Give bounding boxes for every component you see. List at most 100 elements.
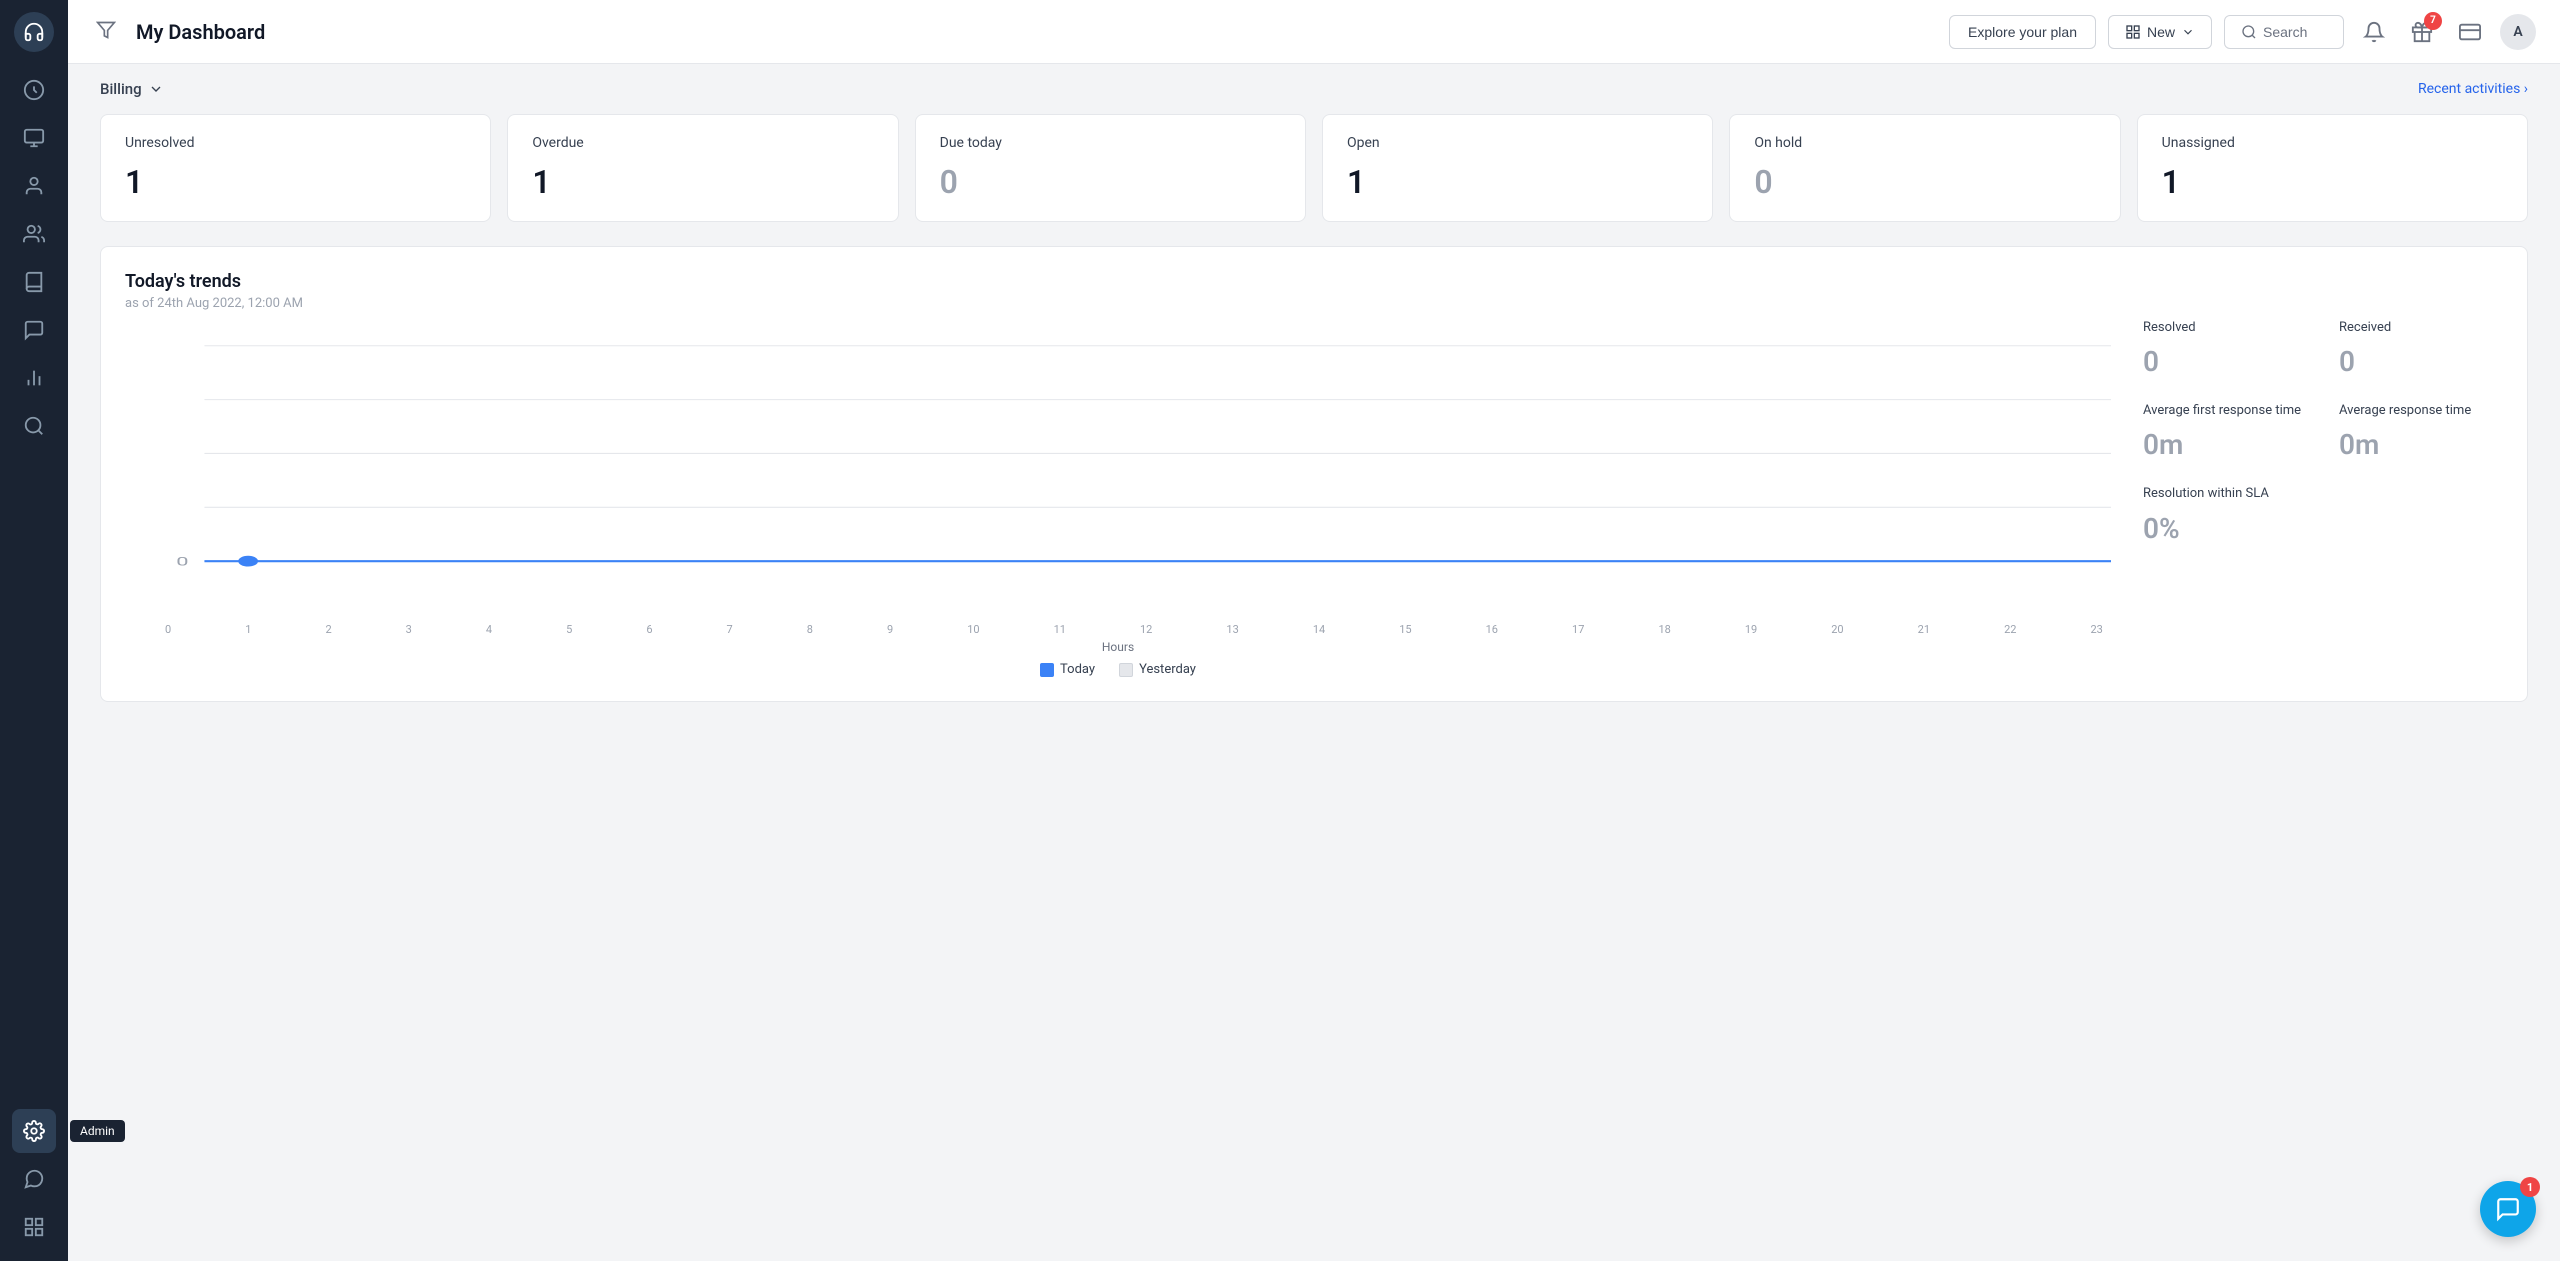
trends-side: Resolved 0 Received 0 Average first resp… — [2143, 271, 2503, 677]
trend-stat-label: Resolution within SLA — [2143, 485, 2307, 503]
main-content: My Dashboard Explore your plan New Searc… — [68, 0, 2560, 1261]
stat-card: Due today 0 — [915, 114, 1306, 222]
today-dot — [1040, 663, 1054, 677]
trends-main: Today's trends as of 24th Aug 2022, 12:0… — [125, 271, 2111, 677]
legend-today-label: Today — [1060, 662, 1095, 677]
x-axis-label: 11 — [1054, 623, 1066, 636]
new-button[interactable]: New — [2108, 15, 2212, 49]
x-axis-label: 6 — [646, 623, 652, 636]
stat-card: On hold 0 — [1729, 114, 2120, 222]
floating-badge: 1 — [2520, 1177, 2540, 1197]
svg-text:0: 0 — [176, 555, 188, 568]
stat-label: Unresolved — [125, 135, 466, 151]
trend-stat-label: Average first response time — [2143, 402, 2307, 420]
gift-button[interactable]: 7 — [2404, 14, 2440, 50]
stat-card: Unassigned 1 — [2137, 114, 2528, 222]
sidebar-item-contacts[interactable] — [12, 164, 56, 208]
sidebar-item-chat[interactable] — [12, 308, 56, 352]
content-area: Billing Recent activities › Unresolved 1… — [68, 64, 2560, 1261]
billing-icon-button[interactable] — [2452, 14, 2488, 50]
topbar: My Dashboard Explore your plan New Searc… — [68, 0, 2560, 64]
chart-legend: Today Yesterday — [125, 662, 2111, 677]
x-axis-label: 18 — [1658, 623, 1670, 636]
x-axis-label: 20 — [1831, 623, 1843, 636]
recent-activities-link[interactable]: Recent activities › — [2418, 81, 2528, 97]
notifications-button[interactable] — [2356, 14, 2392, 50]
x-axis-label: 8 — [807, 623, 813, 636]
stats-grid: Unresolved 1 Overdue 1 Due today 0 Open … — [68, 114, 2560, 246]
trend-stat-value: 0% — [2143, 512, 2307, 545]
x-axis-label: 10 — [967, 623, 979, 636]
stat-value: 1 — [1347, 163, 1688, 201]
trend-stat-value: 0m — [2339, 428, 2503, 461]
stat-label: On hold — [1754, 135, 2095, 151]
legend-yesterday: Yesterday — [1119, 662, 1196, 677]
search-button[interactable]: Search — [2224, 15, 2344, 49]
x-axis-label: 21 — [1918, 623, 1930, 636]
sidebar-item-messages[interactable] — [12, 1157, 56, 1201]
app-logo[interactable] — [14, 12, 54, 52]
stat-card: Overdue 1 — [507, 114, 898, 222]
sidebar-item-knowledge[interactable] — [12, 260, 56, 304]
x-axis-label: 1 — [245, 623, 251, 636]
chat-floating-button[interactable]: 1 — [2480, 1181, 2536, 1237]
legend-yesterday-label: Yesterday — [1139, 662, 1196, 677]
hours-label: Hours — [125, 640, 2111, 654]
sidebar-item-apps[interactable] — [12, 1205, 56, 1249]
subheader: Billing Recent activities › — [68, 64, 2560, 114]
billing-label: Billing — [100, 80, 142, 98]
x-axis-label: 23 — [2090, 623, 2102, 636]
sidebar-item-home[interactable] — [12, 68, 56, 112]
trend-stat-label: Average response time — [2339, 402, 2503, 420]
filter-icon[interactable] — [92, 16, 120, 48]
gift-badge: 7 — [2424, 12, 2442, 30]
sidebar-item-reports[interactable] — [12, 356, 56, 400]
sidebar-item-overview[interactable] — [12, 404, 56, 448]
x-axis-label: 7 — [727, 623, 733, 636]
x-axis-label: 14 — [1313, 623, 1325, 636]
x-axis-label: 4 — [486, 623, 492, 636]
x-axis-label: 22 — [2004, 623, 2016, 636]
trend-stat-label: Resolved — [2143, 319, 2307, 337]
stat-label: Open — [1347, 135, 1688, 151]
search-label: Search — [2263, 24, 2307, 40]
stat-value: 1 — [2162, 163, 2503, 201]
trend-stat-value: 0 — [2339, 345, 2503, 378]
stat-value: 0 — [1754, 163, 2095, 201]
trends-subtitle: as of 24th Aug 2022, 12:00 AM — [125, 296, 2111, 311]
billing-dropdown[interactable]: Billing — [100, 80, 164, 98]
chart-svg: 0 — [125, 335, 2111, 615]
trends-chart: 0 — [125, 335, 2111, 615]
stat-value: 0 — [940, 163, 1281, 201]
stat-label: Due today — [940, 135, 1281, 151]
x-axis-label: 2 — [325, 623, 331, 636]
new-label: New — [2147, 24, 2175, 40]
x-axis-label: 3 — [406, 623, 412, 636]
sidebar: Admin — [0, 0, 68, 1261]
trend-stat-label: Received — [2339, 319, 2503, 337]
legend-today: Today — [1040, 662, 1095, 677]
yesterday-dot — [1119, 663, 1133, 677]
topbar-actions: Explore your plan New Search 7 A — [1949, 14, 2536, 50]
stat-value: 1 — [532, 163, 873, 201]
stat-label: Unassigned — [2162, 135, 2503, 151]
sidebar-item-people[interactable] — [12, 212, 56, 256]
x-axis-label: 0 — [165, 623, 171, 636]
sidebar-item-inbox[interactable] — [12, 116, 56, 160]
x-axis-label: 15 — [1399, 623, 1411, 636]
x-axis-label: 5 — [566, 623, 572, 636]
page-title: My Dashboard — [136, 20, 1933, 44]
x-axis-label: 12 — [1140, 623, 1152, 636]
x-axis-label: 19 — [1745, 623, 1757, 636]
stat-label: Overdue — [532, 135, 873, 151]
x-axis-label: 16 — [1486, 623, 1498, 636]
trend-stat-item: Received 0 — [2339, 319, 2503, 378]
explore-plan-button[interactable]: Explore your plan — [1949, 15, 2096, 49]
stat-card: Unresolved 1 — [100, 114, 491, 222]
trends-section: Today's trends as of 24th Aug 2022, 12:0… — [100, 246, 2528, 702]
sidebar-item-admin[interactable]: Admin — [12, 1109, 56, 1153]
stat-card: Open 1 — [1322, 114, 1713, 222]
stat-value: 1 — [125, 163, 466, 201]
avatar[interactable]: A — [2500, 14, 2536, 50]
recent-activities-label: Recent activities › — [2418, 81, 2528, 97]
